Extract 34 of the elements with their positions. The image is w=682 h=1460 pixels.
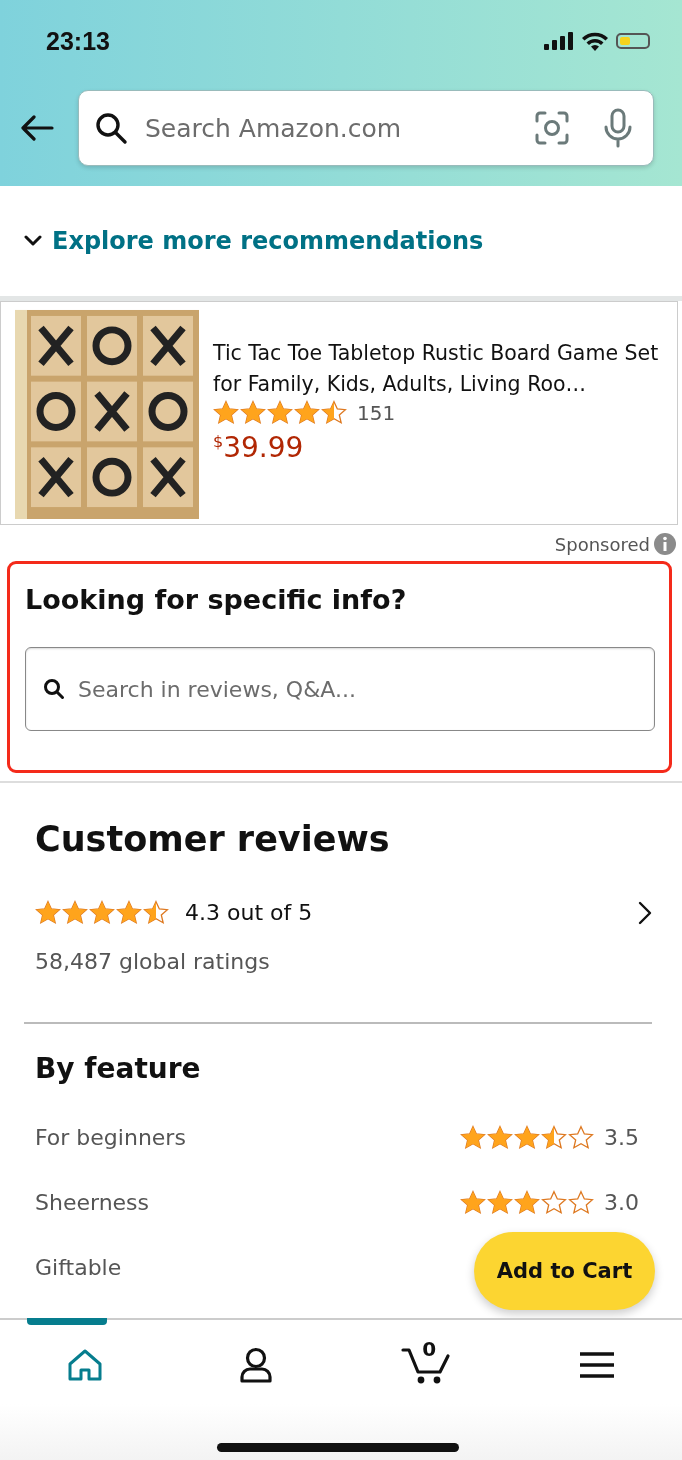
- product-title: Tic Tac Toe Tabletop Rustic Board Game Set for Family, Kids, Adults, Living Roo…: [213, 340, 660, 398]
- signal-icon: [544, 32, 574, 50]
- feature-score: 3.0: [604, 1189, 639, 1215]
- chevron-down-icon: [24, 235, 42, 247]
- battery-icon: [616, 33, 650, 49]
- status-time: 23:13: [46, 26, 110, 56]
- wifi-icon: [582, 31, 608, 51]
- average-rating: 4.3 out of 5: [185, 900, 313, 925]
- price: $^{$}$39.99: [213, 431, 305, 464]
- explore-recommendations-link[interactable]: Explore more recommendations: [24, 227, 484, 255]
- global-ratings: 58,487 global ratings: [35, 949, 271, 974]
- camera-icon[interactable]: [534, 110, 570, 146]
- feature-heading: By feature: [35, 1051, 202, 1085]
- feature-name: For beginners: [35, 1124, 186, 1150]
- reviews-heading: Customer reviews: [35, 819, 391, 859]
- add-to-cart-button[interactable]: Add to Cart: [474, 1232, 655, 1310]
- info-heading: Looking for specific info?: [25, 584, 408, 615]
- rating-count: 151: [357, 400, 396, 425]
- menu-icon[interactable]: [578, 1351, 615, 1379]
- feature-name: Giftable: [35, 1254, 122, 1280]
- feature-score: 3.5: [604, 1124, 639, 1150]
- search-field[interactable]: Search Amazon.com: [78, 90, 654, 166]
- search-icon: [94, 111, 128, 145]
- microphone-icon[interactable]: [602, 108, 634, 148]
- home-icon[interactable]: [67, 1348, 104, 1382]
- product-card[interactable]: Tic Tac Toe Tabletop Rustic Board Game Set for Family, Kids, Adults, Living Roo… 151 $^{$}$39.99: [0, 301, 678, 525]
- review-search-field[interactable]: Search in reviews, Q&A...: [25, 647, 655, 731]
- chevron-right-icon[interactable]: [638, 900, 652, 925]
- search-icon: [43, 678, 65, 700]
- person-icon[interactable]: [238, 1347, 273, 1383]
- feature-name: Sheerness: [35, 1189, 150, 1215]
- sponsored-label: Sponsored: [554, 533, 650, 555]
- back-arrow-icon[interactable]: [20, 115, 54, 141]
- info-icon[interactable]: [654, 533, 676, 555]
